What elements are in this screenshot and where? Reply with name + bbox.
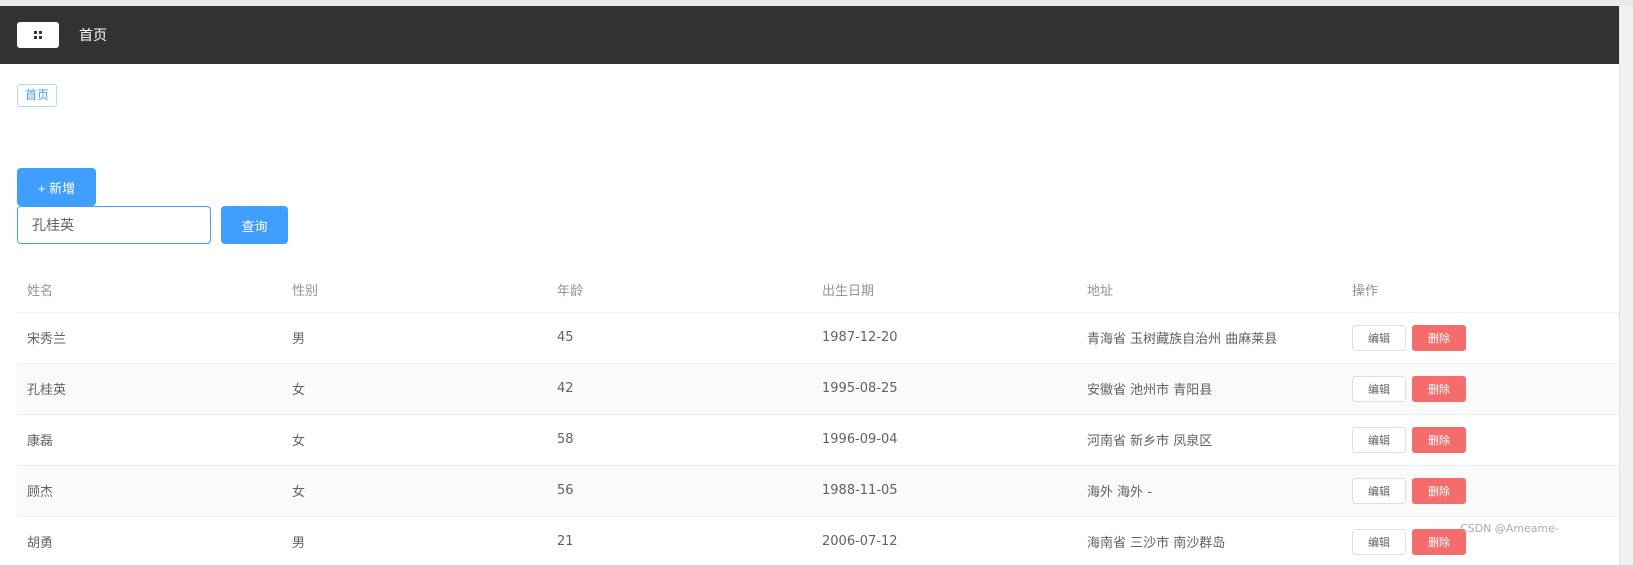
cell-address: 青海省 玉树藏族自治州 曲麻莱县: [1077, 312, 1342, 364]
delete-button[interactable]: 删除: [1412, 528, 1466, 555]
navbar: 首页: [0, 6, 1633, 64]
data-table: 姓名 性别 年龄 出生日期 地址 操作 宋秀兰 男 45 1987-12-20 …: [17, 267, 1619, 565]
delete-button[interactable]: 删除: [1412, 477, 1466, 504]
scrollbar[interactable]: [1619, 6, 1633, 565]
table-row: 顾杰 女 56 1988-11-05 海外 海外 - 编辑 删除: [17, 465, 1619, 517]
cell-name: 孔桂英: [17, 363, 282, 415]
nav-title[interactable]: 首页: [79, 25, 107, 45]
cell-address: 安徽省 池州市 青阳县: [1077, 363, 1342, 415]
cell-actions: 编辑 删除: [1342, 414, 1619, 466]
menu-toggle-button[interactable]: [17, 22, 59, 48]
cell-age: 42: [547, 363, 812, 415]
search-row: 查询: [17, 206, 1616, 244]
cell-birth: 1995-08-25: [812, 363, 1077, 415]
cell-actions: 编辑 删除: [1342, 363, 1619, 415]
edit-button[interactable]: 编辑: [1352, 375, 1406, 402]
header-name: 姓名: [17, 267, 282, 313]
edit-button[interactable]: 编辑: [1352, 528, 1406, 555]
cell-age: 21: [547, 516, 812, 565]
delete-button[interactable]: 删除: [1412, 324, 1466, 351]
query-button[interactable]: 查询: [221, 206, 288, 244]
cell-birth: 2006-07-12: [812, 516, 1077, 565]
breadcrumb-tag[interactable]: 首页: [17, 84, 58, 107]
cell-actions: 编辑 删除: [1342, 465, 1619, 517]
delete-button[interactable]: 删除: [1412, 375, 1466, 402]
table-header-row: 姓名 性别 年龄 出生日期 地址 操作: [17, 267, 1619, 313]
table-row: 孔桂英 女 42 1995-08-25 安徽省 池州市 青阳县 编辑 删除: [17, 363, 1619, 415]
edit-button[interactable]: 编辑: [1352, 324, 1406, 351]
cell-gender: 女: [282, 465, 547, 517]
watermark: CSDN @Ameame-: [1459, 522, 1559, 535]
cell-name: 胡勇: [17, 516, 282, 565]
cell-name: 顾杰: [17, 465, 282, 517]
add-button[interactable]: + 新增: [17, 168, 96, 206]
cell-actions: 编辑 删除: [1342, 312, 1619, 364]
cell-birth: 1987-12-20: [812, 312, 1077, 364]
cell-age: 45: [547, 312, 812, 364]
cell-gender: 女: [282, 414, 547, 466]
edit-button[interactable]: 编辑: [1352, 426, 1406, 453]
table-row: 胡勇 男 21 2006-07-12 海南省 三沙市 南沙群岛 编辑 删除: [17, 516, 1619, 565]
table-row: 宋秀兰 男 45 1987-12-20 青海省 玉树藏族自治州 曲麻莱县 编辑删…: [17, 312, 1619, 364]
grid-icon: [34, 31, 42, 39]
cell-gender: 男: [282, 312, 547, 364]
cell-birth: 1996-09-04: [812, 414, 1077, 466]
table-row: 康磊 女 58 1996-09-04 河南省 新乡市 凤泉区 编辑 删除: [17, 414, 1619, 466]
header-birth: 出生日期: [812, 267, 1077, 313]
delete-button[interactable]: 删除: [1412, 426, 1466, 453]
header-gender: 性别: [282, 267, 547, 313]
cell-age: 58: [547, 414, 812, 466]
cell-name: 康磊: [17, 414, 282, 466]
cell-address: 海外 海外 -: [1077, 465, 1342, 517]
main-content: 首页 + 新增 查询 姓名 性别 年龄 出生日期 地址 操作 宋秀兰 男 45 …: [0, 64, 1633, 565]
cell-address: 海南省 三沙市 南沙群岛: [1077, 516, 1342, 565]
edit-button[interactable]: 编辑: [1352, 477, 1406, 504]
cell-gender: 男: [282, 516, 547, 565]
cell-birth: 1988-11-05: [812, 465, 1077, 517]
header-age: 年龄: [547, 267, 812, 313]
cell-address: 河南省 新乡市 凤泉区: [1077, 414, 1342, 466]
cell-age: 56: [547, 465, 812, 517]
header-actions: 操作: [1342, 267, 1619, 313]
cell-gender: 女: [282, 363, 547, 415]
cell-name: 宋秀兰: [17, 312, 282, 364]
header-address: 地址: [1077, 267, 1342, 313]
search-input[interactable]: [17, 206, 211, 244]
